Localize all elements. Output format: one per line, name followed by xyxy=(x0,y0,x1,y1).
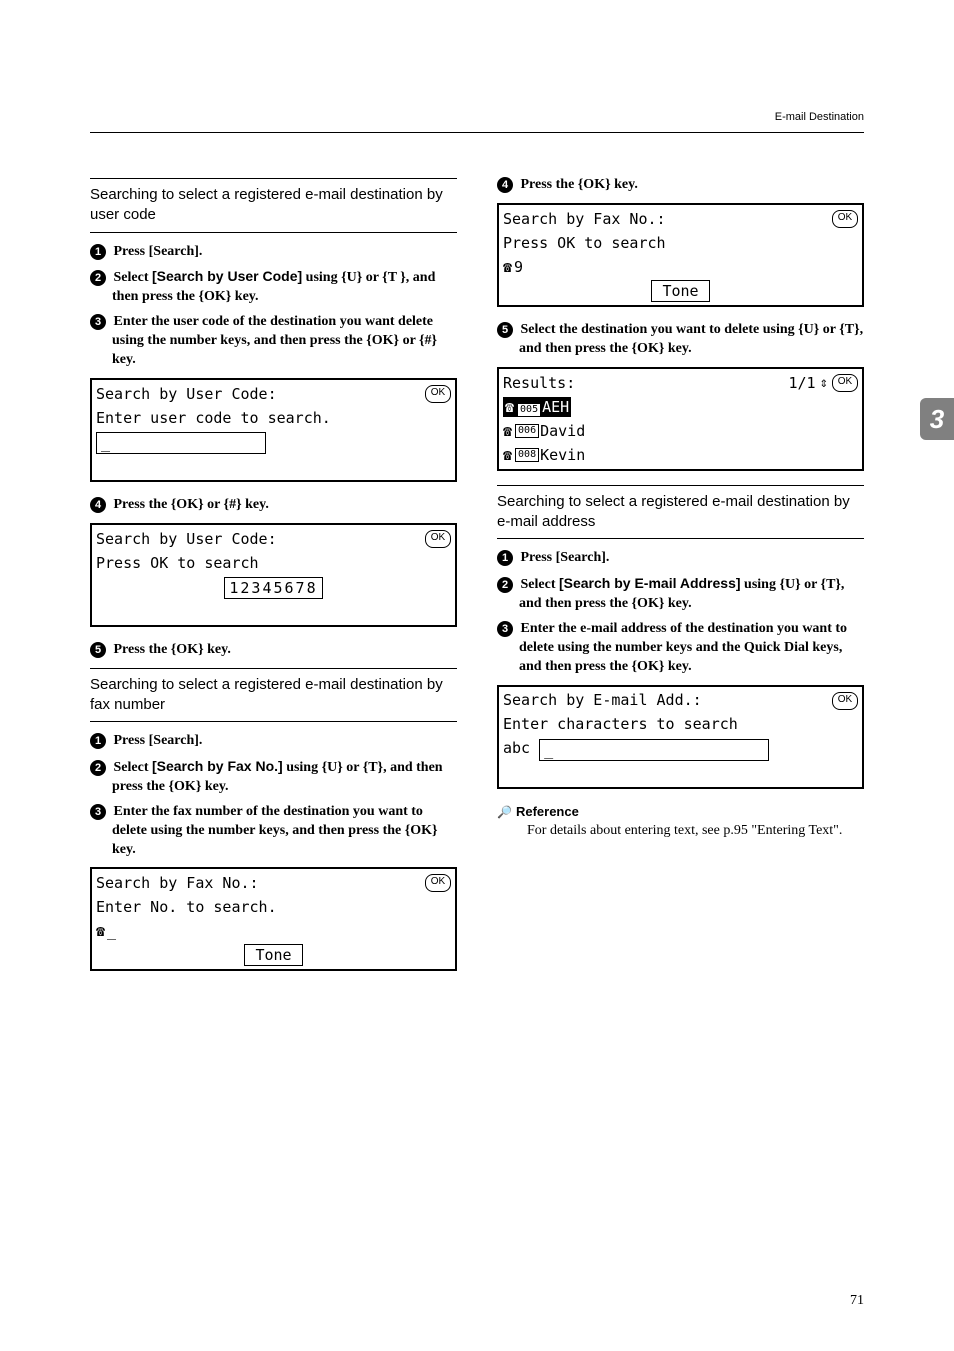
lcd-input-text: 9 xyxy=(514,257,523,277)
lcd-line: Search by E-mail Add.: xyxy=(503,690,702,710)
phone-icon xyxy=(503,421,514,441)
header-rule xyxy=(90,132,864,133)
ok-badge: OK xyxy=(425,874,451,892)
section-title-user-code: Searching to select a registered e-mail … xyxy=(90,178,457,233)
step-text: Select the destination you want to delet… xyxy=(519,322,863,356)
lcd-line: Press OK to search xyxy=(503,233,666,253)
phone-icon xyxy=(503,257,514,277)
section-title-fax-number: Searching to select a registered e-mail … xyxy=(90,668,457,723)
step-1: 1 Press [Search]. xyxy=(519,549,864,568)
step-text: Enter the user code of the destination y… xyxy=(112,314,437,367)
lcd-search-email: Search by E-mail Add.: OK Enter character… xyxy=(497,685,864,789)
ok-badge: OK xyxy=(832,374,858,392)
step-3: 3 Enter the e-mail address of the destin… xyxy=(519,620,864,677)
step-text: Press the {OK} or {#} key. xyxy=(114,497,269,512)
step-text: Press the {OK} key. xyxy=(521,177,638,192)
step-2: 2 Select [Search by E-mail Address] usin… xyxy=(519,574,864,614)
step-text-a: Select xyxy=(114,270,152,285)
lcd-search-user-code-2: Search by User Code: OK Press OK to searc… xyxy=(90,523,457,627)
step-5: 5 Select the destination you want to del… xyxy=(519,321,864,359)
step-5: 5 Press the {OK} key. xyxy=(112,641,457,660)
result-row-selected: 005AEH xyxy=(503,397,571,417)
lcd-input: _ xyxy=(96,432,266,454)
ok-badge: OK xyxy=(832,692,858,710)
lcd-line: Search by User Code: xyxy=(96,384,277,404)
entry-code: 008 xyxy=(515,448,539,462)
tone-button: Tone xyxy=(244,944,302,966)
phone-icon xyxy=(503,445,514,465)
ui-label: [Search by Fax No.] xyxy=(152,758,283,774)
thumb-tab: 3 xyxy=(920,398,954,440)
entry-code: 006 xyxy=(515,424,539,438)
step-4: 4 Press the {OK} or {#} key. xyxy=(112,496,457,515)
page-number: 71 xyxy=(850,1292,864,1311)
lcd-line: Press OK to search xyxy=(96,553,259,573)
ui-label: [Search by E-mail Address] xyxy=(559,575,741,591)
lcd-line: Enter user code to search. xyxy=(96,408,331,428)
lcd-input-text: _ xyxy=(107,921,116,941)
step-1: 1 Press [Search]. xyxy=(112,243,457,262)
lcd-line: Enter characters to search xyxy=(503,714,738,734)
reference-text: For details about entering text, see p.9… xyxy=(527,822,864,841)
ok-badge: OK xyxy=(425,530,451,548)
ok-badge: OK xyxy=(832,210,858,228)
step-text: Press [Search]. xyxy=(521,550,610,565)
step-text: Press [Search]. xyxy=(114,733,203,748)
lcd-line: Enter No. to search. xyxy=(96,897,277,917)
lcd-line: Search by User Code: xyxy=(96,529,277,549)
section-title-email-address: Searching to select a registered e-mail … xyxy=(497,485,864,540)
lcd-line: Results: xyxy=(503,373,575,393)
lcd-input: 12345678 xyxy=(224,577,322,599)
step-3: 3 Enter the fax number of the destinatio… xyxy=(112,803,457,860)
step-text: Enter the fax number of the destination … xyxy=(112,804,438,857)
step-2: 2 Select [Search by Fax No.] using {U} o… xyxy=(112,757,457,797)
lcd-search-fax-2: Search by Fax No.:OK Press OK to search … xyxy=(497,203,864,307)
phone-icon xyxy=(96,921,107,941)
input-mode: abc xyxy=(503,738,530,758)
step-3: 3 Enter the user code of the destination… xyxy=(112,313,457,370)
step-text-a: Select xyxy=(114,760,152,775)
lcd-results: Results: 1/1 OK 005AEH 006David 008Kevin xyxy=(497,367,864,471)
step-1: 1 Press [Search]. xyxy=(112,732,457,751)
tone-button: Tone xyxy=(651,280,709,302)
result-count: 1/1 xyxy=(788,373,815,393)
entry-text: Kevin xyxy=(540,445,585,465)
reference-header: Reference xyxy=(497,803,864,821)
step-2: 2 Select [Search by User Code] using {U}… xyxy=(112,267,457,307)
step-text: Enter the e-mail address of the destinat… xyxy=(519,621,847,674)
running-header: E-mail Destination xyxy=(775,110,864,125)
updown-icon xyxy=(820,372,828,393)
ui-label: [Search by User Code] xyxy=(152,268,302,284)
lcd-line: Search by Fax No.: xyxy=(96,873,259,893)
step-text-a: Select xyxy=(521,577,559,592)
lcd-search-fax: Search by Fax No.: OK Enter No. to search… xyxy=(90,867,457,971)
entry-text: David xyxy=(540,421,585,441)
ok-badge: OK xyxy=(425,385,451,403)
step-4: 4 Press the {OK} key. xyxy=(519,176,864,195)
step-text: Press the {OK} key. xyxy=(114,642,231,657)
lcd-search-user-code: Search by User Code: OK Enter user code t… xyxy=(90,378,457,482)
lcd-line: Search by Fax No.: xyxy=(503,209,666,229)
lcd-input: _ xyxy=(539,739,769,761)
step-text: Press [Search]. xyxy=(114,244,203,259)
